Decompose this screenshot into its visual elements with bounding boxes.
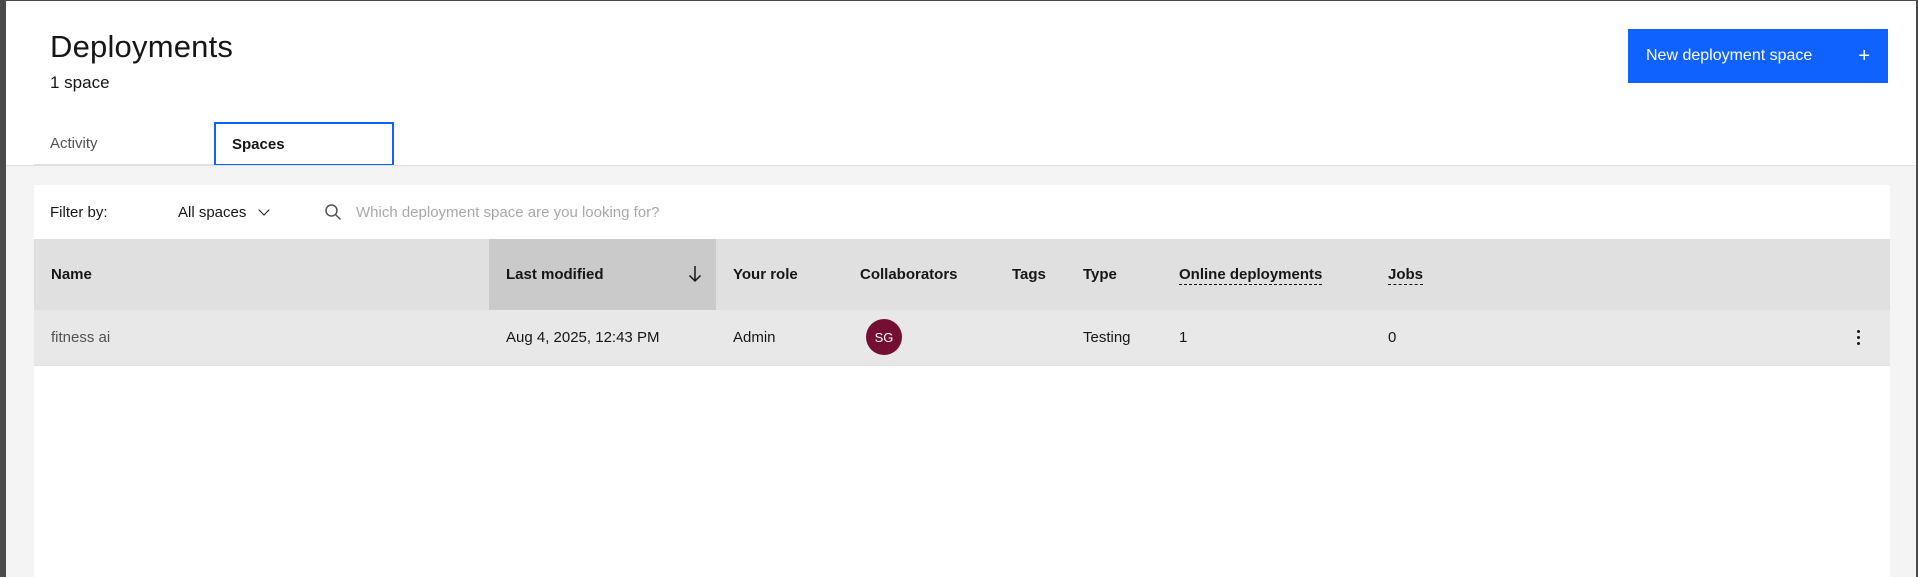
tags-cell bbox=[995, 310, 1066, 366]
jobs-value: 0 bbox=[1388, 328, 1397, 346]
new-deployment-space-label: New deployment space bbox=[1646, 47, 1813, 64]
tab-spaces-label: Spaces bbox=[232, 135, 285, 153]
filter-toolbar: Filter by: All spaces bbox=[34, 185, 1890, 239]
column-header-name[interactable]: Name bbox=[34, 239, 489, 310]
column-header-your-role-label: Your role bbox=[733, 266, 798, 283]
content-area: Filter by: All spaces Which deployment s… bbox=[6, 166, 1916, 577]
new-deployment-space-button[interactable]: New deployment space + bbox=[1628, 29, 1888, 83]
collaborators-cell: SG bbox=[843, 310, 995, 366]
column-header-online-deployments[interactable]: Online deployments bbox=[1162, 239, 1371, 310]
app-frame: Deployments 1 space New deployment space… bbox=[0, 0, 1918, 577]
column-header-tags-label: Tags bbox=[1012, 266, 1046, 283]
column-header-tags[interactable]: Tags bbox=[995, 239, 1066, 310]
column-header-online-deployments-label: Online deployments bbox=[1179, 266, 1323, 285]
column-header-jobs-label: Jobs bbox=[1388, 266, 1424, 285]
last-modified-cell: Aug 4, 2025, 12:43 PM bbox=[489, 310, 716, 366]
type-cell: Testing bbox=[1066, 310, 1162, 366]
column-header-last-modified[interactable]: Last modified bbox=[489, 239, 716, 310]
column-header-collaborators-label: Collaborators bbox=[860, 266, 958, 283]
tab-list: Activity Spaces bbox=[34, 122, 394, 166]
jobs-cell: 0 bbox=[1371, 310, 1890, 366]
filter-dropdown[interactable]: All spaces bbox=[178, 203, 271, 221]
type-value: Testing bbox=[1083, 328, 1131, 346]
role-cell: Admin bbox=[716, 310, 843, 366]
tab-spaces[interactable]: Spaces bbox=[214, 122, 394, 166]
avatar[interactable]: SG bbox=[866, 319, 902, 356]
column-header-collaborators[interactable]: Collaborators bbox=[843, 239, 995, 310]
page-header: Deployments 1 space New deployment space… bbox=[6, 1, 1916, 166]
spaces-table: Name Last modified Your role Collaborato… bbox=[34, 239, 1890, 366]
plus-icon: + bbox=[1858, 45, 1870, 67]
column-header-name-label: Name bbox=[51, 266, 92, 283]
space-name[interactable]: fitness ai bbox=[51, 329, 110, 346]
column-header-last-modified-label: Last modified bbox=[506, 266, 604, 283]
overflow-menu-icon[interactable] bbox=[1846, 322, 1870, 352]
last-modified-value: Aug 4, 2025, 12:43 PM bbox=[506, 328, 660, 346]
avatar-initials: SG bbox=[874, 329, 894, 345]
column-header-your-role[interactable]: Your role bbox=[716, 239, 843, 310]
column-header-type-label: Type bbox=[1083, 266, 1117, 283]
tab-activity-label: Activity bbox=[50, 134, 98, 152]
chevron-down-icon bbox=[258, 203, 271, 216]
table-header-row: Name Last modified Your role Collaborato… bbox=[34, 239, 1890, 310]
space-count: 1 space bbox=[50, 73, 110, 92]
online-deployments-value: 1 bbox=[1179, 328, 1188, 346]
space-name-cell[interactable]: fitness ai bbox=[34, 310, 489, 366]
sort-descending-icon bbox=[688, 266, 702, 283]
spaces-panel: Filter by: All spaces Which deployment s… bbox=[34, 185, 1890, 577]
online-deployments-cell: 1 bbox=[1162, 310, 1371, 366]
search-input[interactable] bbox=[356, 197, 1256, 227]
tab-activity[interactable]: Activity bbox=[34, 122, 214, 166]
column-header-jobs[interactable]: Jobs bbox=[1371, 239, 1890, 310]
page-title: Deployments bbox=[50, 29, 234, 64]
column-header-type[interactable]: Type bbox=[1066, 239, 1162, 310]
table-row[interactable]: fitness ai Aug 4, 2025, 12:43 PM Admin S… bbox=[34, 310, 1890, 366]
filter-label: Filter by: bbox=[50, 203, 108, 221]
role-value: Admin bbox=[733, 328, 776, 346]
filter-dropdown-value: All spaces bbox=[178, 203, 247, 221]
search-icon bbox=[325, 204, 342, 221]
